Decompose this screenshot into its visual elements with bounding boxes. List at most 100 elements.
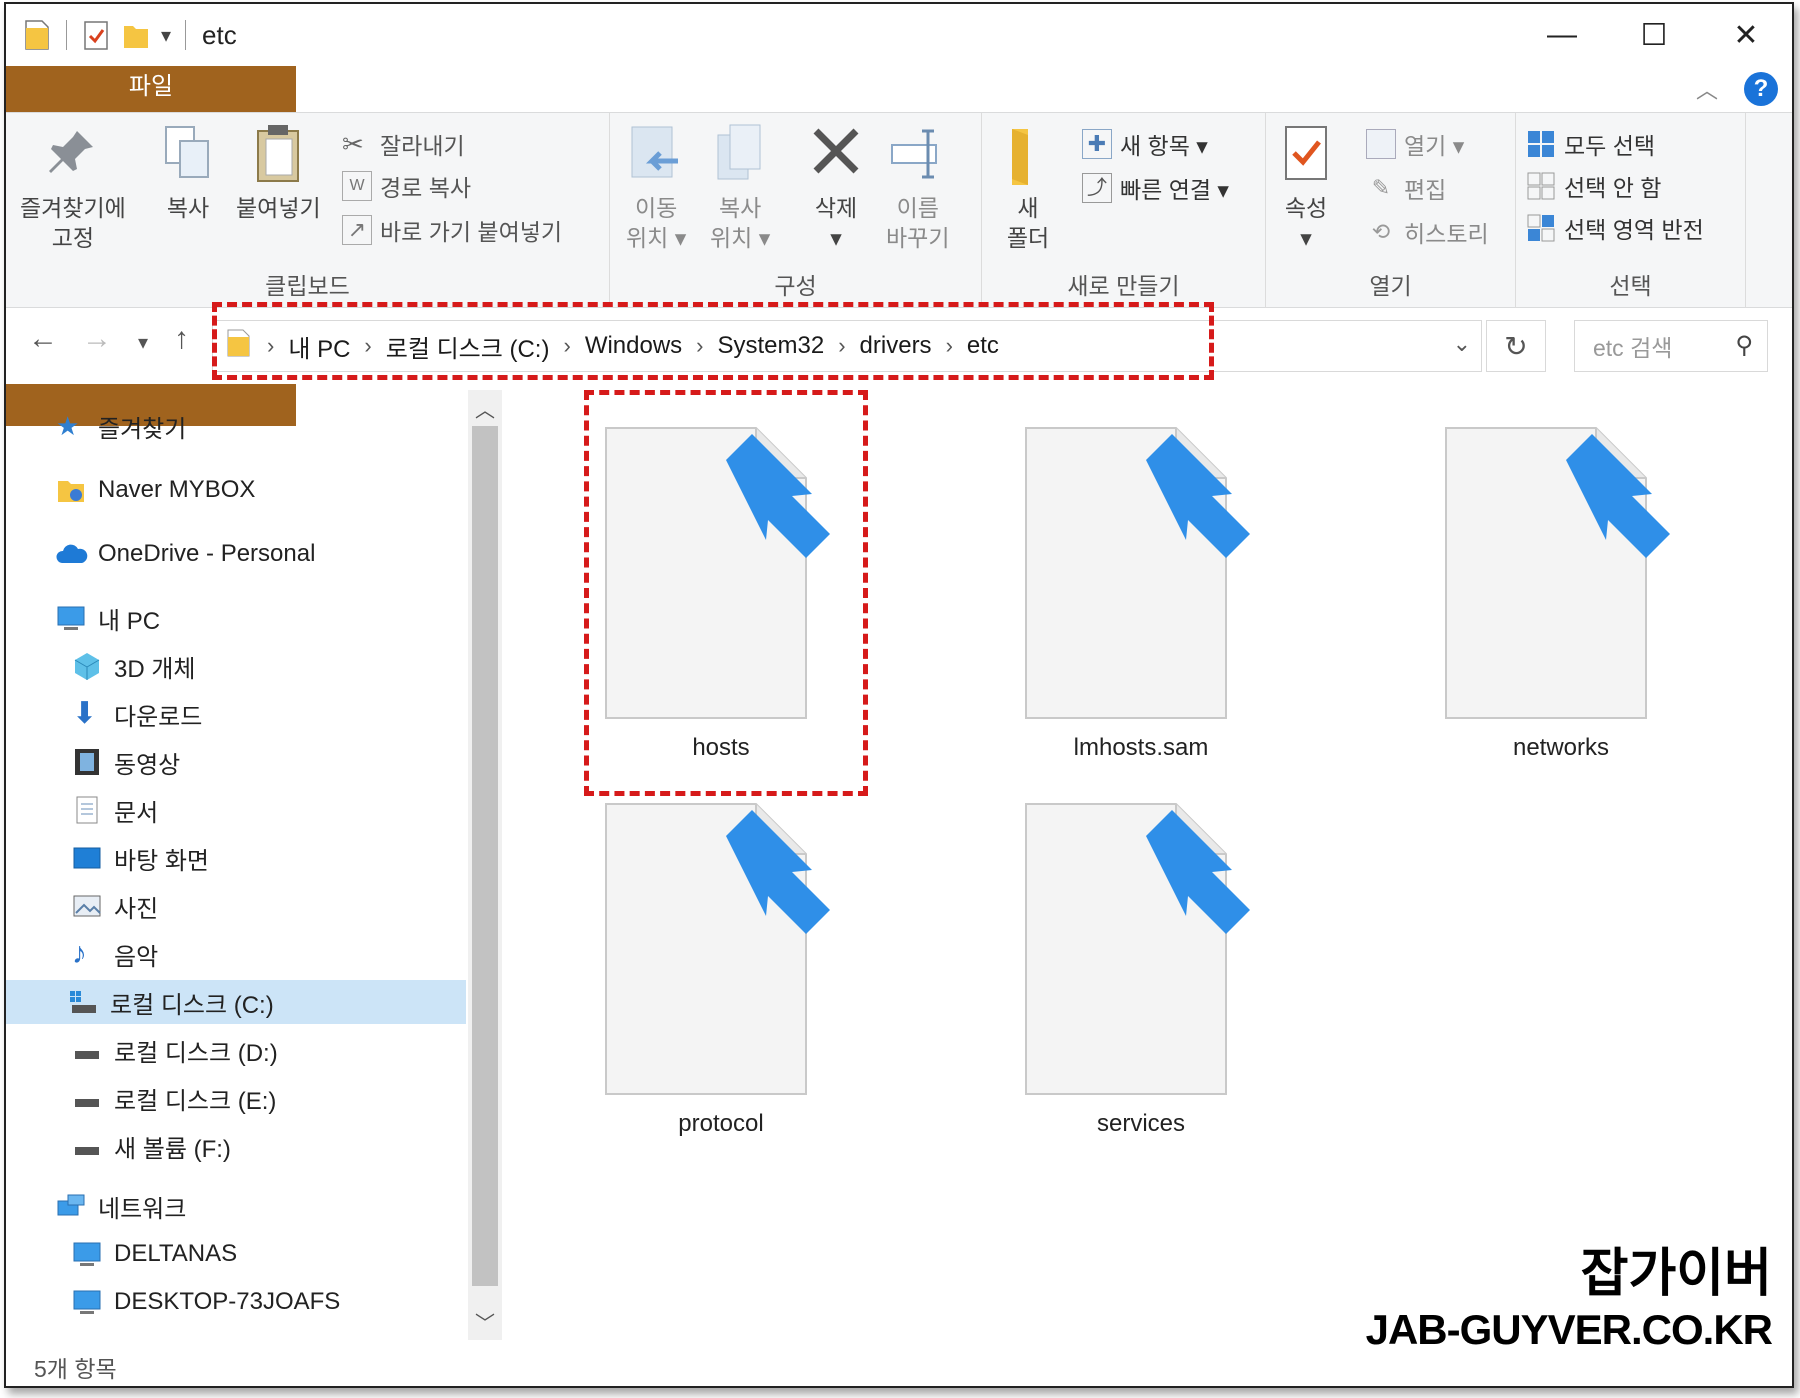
new-item-icon: ✚ [1082,129,1112,159]
window-controls: — ☐ ✕ [1516,4,1792,66]
copy-button[interactable]: 복사 [158,121,218,223]
history-label: 히스토리 [1404,221,1489,247]
nav-disk-e[interactable]: 로컬 디스크 (E:) [72,1076,276,1120]
refresh-button[interactable]: ↻ [1486,320,1546,372]
nav-mypc-label: 내 PC [98,607,161,635]
nav-mybox-label: Naver MYBOX [98,476,256,503]
nav-documents[interactable]: 문서 [72,788,158,832]
file-hosts[interactable]: hosts [576,420,866,780]
nav-mybox[interactable]: Naver MYBOX [56,468,255,512]
file-name: hosts [692,734,750,761]
scroll-down-icon[interactable]: ﹀ [468,1307,502,1336]
nav-network-deltanas[interactable]: DELTANAS [72,1232,237,1276]
paste-button[interactable]: 붙여넣기 [236,121,321,223]
nav-mypc[interactable]: 내 PC [56,596,160,640]
computer-icon [72,1287,102,1317]
file-networks[interactable]: networks [1416,420,1706,780]
new-folder-button[interactable]: 새 폴더 [998,121,1058,253]
nav-disk-f-label: 새 볼륨 (F:) [114,1135,231,1163]
nav-favorites[interactable]: ★ 즐겨찾기 [56,404,186,448]
file-lmhosts[interactable]: lmhosts.sam [996,420,1286,780]
collapse-ribbon-icon[interactable]: ︿ [1696,73,1718,105]
folder-icon [1012,129,1028,185]
nav-network-desktop-label: DESKTOP-73JOAFS [114,1288,341,1315]
clipboard-group: 즐겨찾기에 고정 복사 붙여넣기 ✂ 잘라내기 W 경로 복사 ↗ 바로 가기 [6,113,610,309]
nav-network-desktop[interactable]: DESKTOP-73JOAFS [72,1280,340,1324]
open-label: 열기 ▾ [1404,133,1465,159]
star-icon: ★ [56,411,80,441]
nav-scrollbar[interactable]: ︿ ﹀ [468,390,502,1340]
recent-locations-icon[interactable]: ▾ [138,330,148,355]
file-name: services [1096,1110,1186,1137]
file-services[interactable]: services [996,796,1286,1156]
select-all-button[interactable]: 모두 선택 [1526,127,1655,161]
invert-selection-button[interactable]: 선택 영역 반전 [1526,211,1704,245]
nav-disk-c[interactable]: 로컬 디스크 (C:) [6,980,466,1024]
nav-network[interactable]: 네트워크 [56,1184,186,1228]
music-note-icon: ♪ [72,937,87,970]
paste-shortcut-button[interactable]: ↗ 바로 가기 붙여넣기 [342,213,562,247]
history-button[interactable]: ⟲ 히스토리 [1366,215,1489,249]
help-icon[interactable]: ? [1744,72,1778,106]
move-to-icon [631,126,679,178]
delete-button[interactable]: 삭제 ▾ [806,121,866,253]
nav-downloads[interactable]: ⬇ 다운로드 [72,692,202,736]
new-item-button[interactable]: ✚ 새 항목 ▾ [1082,127,1208,161]
nav-music-label: 음악 [114,943,159,971]
nav-favorites-label: 즐겨찾기 [98,415,187,443]
cut-label: 잘라내기 [380,133,465,159]
new-folder-icon[interactable] [121,18,151,52]
nav-onedrive[interactable]: OneDrive - Personal [56,532,315,576]
close-button[interactable]: ✕ [1700,4,1792,66]
properties-button[interactable]: 속성 ▾ [1276,121,1336,253]
new-group-label: 새로 만들기 [1067,273,1180,299]
search-icon: ⚲ [1735,332,1753,359]
scroll-thumb[interactable] [472,426,498,1286]
forward-arrow-icon[interactable]: → [82,322,112,356]
file-protocol[interactable]: protocol [576,796,866,1156]
rename-button[interactable]: 이름 바꾸기 [886,121,949,253]
title-bar: ▾ etc — ☐ ✕ [6,4,1792,66]
shortcut-file-icon [1445,427,1670,719]
move-to-button[interactable]: 이동 위치 ▾ [626,121,686,253]
desktop-icon [72,843,102,873]
nav-videos[interactable]: 동영상 [72,740,180,784]
search-input[interactable]: etc 검색 ⚲ [1574,320,1768,372]
select-all-icon [1528,131,1554,157]
nav-music[interactable]: ♪ 음악 [72,932,158,976]
edit-button[interactable]: ✎ 편집 [1366,171,1447,205]
ribbon-tabs: 파일 홈 공유 보기 ︿ ? [6,66,1792,426]
address-dropdown-icon[interactable]: ⌄ [1453,331,1471,357]
organize-group-label: 구성 [774,273,817,299]
copy-path-button[interactable]: W 경로 복사 [342,169,471,203]
nav-videos-label: 동영상 [114,751,181,779]
open-button[interactable]: 열기 ▾ [1366,127,1464,161]
qat-dropdown-icon[interactable]: ▾ [161,23,171,48]
status-item-count: 5개 항목 [34,1356,117,1382]
properties-icon[interactable] [81,18,111,52]
easy-access-button[interactable]: ⤴ 빠른 연결 ▾ [1082,171,1229,205]
pin-to-quick-access-button[interactable]: 즐겨찾기에 고정 [20,121,126,253]
copy-to-button[interactable]: 복사 위치 ▾ [710,121,770,253]
nav-downloads-label: 다운로드 [114,703,203,731]
paste-shortcut-label: 바로 가기 붙여넣기 [380,219,563,245]
nav-pictures[interactable]: 사진 [72,884,158,928]
cut-button[interactable]: ✂ 잘라내기 [342,127,465,161]
move-to-label-1: 이동 [634,195,678,221]
back-arrow-icon[interactable]: ← [28,322,58,356]
select-none-button[interactable]: 선택 안 함 [1526,169,1661,203]
pin-label-1: 즐겨찾기에 [20,195,126,221]
nav-disk-f[interactable]: 새 볼륨 (F:) [72,1124,231,1168]
nav-disk-d[interactable]: 로컬 디스크 (D:) [72,1028,278,1072]
scroll-up-icon[interactable]: ︿ [468,394,502,423]
maximize-button[interactable]: ☐ [1608,4,1700,66]
nav-onedrive-label: OneDrive - Personal [98,540,316,567]
nav-desktop[interactable]: 바탕 화면 [72,836,209,880]
new-item-label: 새 항목 ▾ [1120,133,1208,159]
qat-separator [66,20,67,50]
cloud-icon [56,539,88,569]
up-arrow-icon[interactable]: ↑ [174,322,189,356]
minimize-button[interactable]: — [1516,4,1608,66]
nav-3d-objects[interactable]: 3D 개체 [72,644,196,688]
address-highlight [212,302,1214,380]
